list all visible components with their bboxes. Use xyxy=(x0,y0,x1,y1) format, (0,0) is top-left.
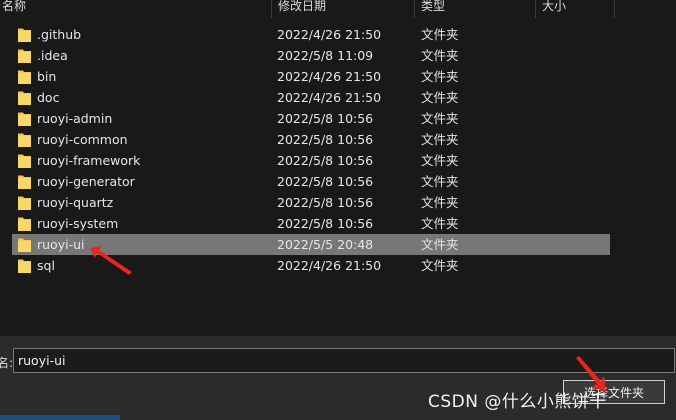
file-row[interactable]: bin 2022/4/26 21:50 文件夹 xyxy=(12,66,610,87)
column-header-name[interactable]: 名称 xyxy=(0,0,270,18)
file-date: 2022/5/5 20:48 xyxy=(277,237,374,252)
folder-icon xyxy=(18,154,31,168)
file-row[interactable]: sql 2022/4/26 21:50 文件夹 xyxy=(12,255,610,276)
file-row[interactable]: ruoyi-generator 2022/5/8 10:56 文件夹 xyxy=(12,171,610,192)
folder-icon xyxy=(18,259,31,273)
column-header: 名称 修改日期 类型 大小 xyxy=(0,0,676,18)
file-name: .github xyxy=(37,27,82,42)
file-name: ruoyi-system xyxy=(37,216,119,231)
file-type: 文件夹 xyxy=(421,195,459,210)
file-type: 文件夹 xyxy=(421,90,459,105)
file-row-selected[interactable]: ruoyi-ui 2022/5/5 20:48 文件夹 xyxy=(12,234,610,255)
file-name: ruoyi-generator xyxy=(37,174,135,189)
folder-icon xyxy=(18,70,31,84)
folder-icon xyxy=(18,196,31,210)
folder-icon xyxy=(18,91,31,105)
file-row[interactable]: ruoyi-framework 2022/5/8 10:56 文件夹 xyxy=(12,150,610,171)
folder-icon xyxy=(18,133,31,147)
file-type: 文件夹 xyxy=(421,132,459,147)
file-type: 文件夹 xyxy=(421,69,459,84)
file-date: 2022/4/26 21:50 xyxy=(277,90,382,105)
file-name: ruoyi-admin xyxy=(37,111,113,126)
file-name: ruoyi-common xyxy=(37,132,128,147)
column-header-size[interactable]: 大小 xyxy=(535,0,615,18)
file-name: ruoyi-quartz xyxy=(37,195,114,210)
file-date: 2022/5/8 10:56 xyxy=(277,174,374,189)
file-name: .idea xyxy=(37,48,68,63)
file-date: 2022/5/8 10:56 xyxy=(277,195,374,210)
file-date: 2022/4/26 21:50 xyxy=(277,258,382,273)
file-type: 文件夹 xyxy=(421,258,459,273)
file-row[interactable]: ruoyi-common 2022/5/8 10:56 文件夹 xyxy=(12,129,610,150)
file-type: 文件夹 xyxy=(421,48,459,63)
folder-picker-dialog: 名称 修改日期 类型 大小 .github 2022/4/26 21:50 文件夹.… xyxy=(0,0,676,420)
folder-icon xyxy=(18,49,31,63)
file-date: 2022/5/8 11:09 xyxy=(277,48,374,63)
column-header-type[interactable]: 类型 xyxy=(414,0,535,18)
watermark: CSDN @什么小熊饼干 xyxy=(428,392,607,412)
file-row[interactable]: ruoyi-admin 2022/5/8 10:56 文件夹 xyxy=(12,108,610,129)
file-row[interactable]: ruoyi-quartz 2022/5/8 10:56 文件夹 xyxy=(12,192,610,213)
filename-input[interactable] xyxy=(13,348,675,373)
taskbar-strip xyxy=(0,415,120,420)
file-type: 文件夹 xyxy=(421,27,459,42)
folder-icon xyxy=(18,112,31,126)
file-name: doc xyxy=(37,90,60,105)
file-row[interactable]: ruoyi-system 2022/5/8 10:56 文件夹 xyxy=(12,213,610,234)
file-row[interactable]: .github 2022/4/26 21:50 文件夹 xyxy=(12,24,610,45)
file-type: 文件夹 xyxy=(421,174,459,189)
file-type: 文件夹 xyxy=(421,111,459,126)
file-date: 2022/5/8 10:56 xyxy=(277,216,374,231)
file-row[interactable]: .idea 2022/5/8 11:09 文件夹 xyxy=(12,45,610,66)
file-date: 2022/5/8 10:56 xyxy=(277,132,374,147)
filename-label: 名: xyxy=(0,356,14,370)
file-type: 文件夹 xyxy=(421,237,459,252)
column-header-date[interactable]: 修改日期 xyxy=(271,0,414,18)
file-date: 2022/4/26 21:50 xyxy=(277,27,382,42)
file-type: 文件夹 xyxy=(421,216,459,231)
file-name: bin xyxy=(37,69,57,84)
folder-icon xyxy=(18,238,31,252)
folder-icon xyxy=(18,175,31,189)
folder-icon xyxy=(18,28,31,42)
file-type: 文件夹 xyxy=(421,153,459,168)
file-name: sql xyxy=(37,258,55,273)
file-date: 2022/4/26 21:50 xyxy=(277,69,382,84)
folder-icon xyxy=(18,217,31,231)
file-row[interactable]: doc 2022/4/26 21:50 文件夹 xyxy=(12,87,610,108)
file-date: 2022/5/8 10:56 xyxy=(277,153,374,168)
file-name: ruoyi-ui xyxy=(37,237,85,252)
file-date: 2022/5/8 10:56 xyxy=(277,111,374,126)
file-name: ruoyi-framework xyxy=(37,153,141,168)
